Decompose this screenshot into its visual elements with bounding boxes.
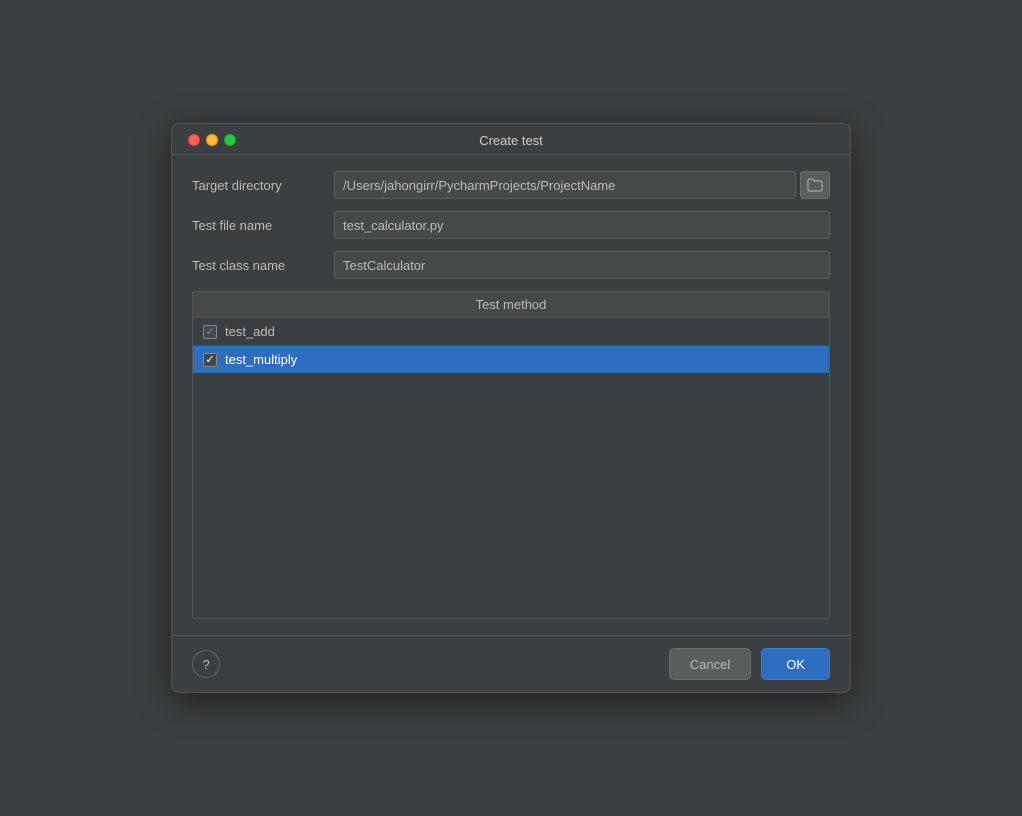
help-button[interactable]: ? <box>192 650 220 678</box>
test-method-section: Test method test_add test_multiply <box>192 291 830 619</box>
test-add-checkbox[interactable] <box>203 325 217 339</box>
test-class-name-input-wrapper <box>334 251 830 279</box>
test-method-item-test-multiply[interactable]: test_multiply <box>193 346 829 373</box>
cancel-button[interactable]: Cancel <box>669 648 751 680</box>
test-method-header: Test method <box>193 292 829 318</box>
test-class-name-row: Test class name <box>192 251 830 279</box>
traffic-lights <box>188 134 236 146</box>
target-directory-label: Target directory <box>192 178 322 193</box>
dialog-title: Create test <box>479 133 543 148</box>
target-directory-input[interactable] <box>334 171 796 199</box>
test-file-name-row: Test file name <box>192 211 830 239</box>
test-method-item-test-add[interactable]: test_add <box>193 318 829 346</box>
ok-button[interactable]: OK <box>761 648 830 680</box>
close-button[interactable] <box>188 134 200 146</box>
dialog-footer: ? Cancel OK <box>172 635 850 692</box>
test-file-name-input[interactable] <box>334 211 830 239</box>
minimize-button[interactable] <box>206 134 218 146</box>
target-directory-row: Target directory <box>192 171 830 199</box>
help-label: ? <box>202 657 209 672</box>
browse-button[interactable] <box>800 171 830 199</box>
folder-icon <box>807 178 823 192</box>
footer-actions: Cancel OK <box>669 648 830 680</box>
test-method-list: test_add test_multiply <box>193 318 829 618</box>
target-directory-input-wrapper <box>334 171 830 199</box>
test-multiply-checkbox[interactable] <box>203 353 217 367</box>
maximize-button[interactable] <box>224 134 236 146</box>
create-test-dialog: Create test Target directory Test file n… <box>171 123 851 693</box>
test-class-name-input[interactable] <box>334 251 830 279</box>
test-class-name-label: Test class name <box>192 258 322 273</box>
test-file-name-input-wrapper <box>334 211 830 239</box>
title-bar: Create test <box>172 124 850 155</box>
test-multiply-label: test_multiply <box>225 352 297 367</box>
test-file-name-label: Test file name <box>192 218 322 233</box>
dialog-body: Target directory Test file name Test cla… <box>172 155 850 635</box>
test-add-label: test_add <box>225 324 275 339</box>
